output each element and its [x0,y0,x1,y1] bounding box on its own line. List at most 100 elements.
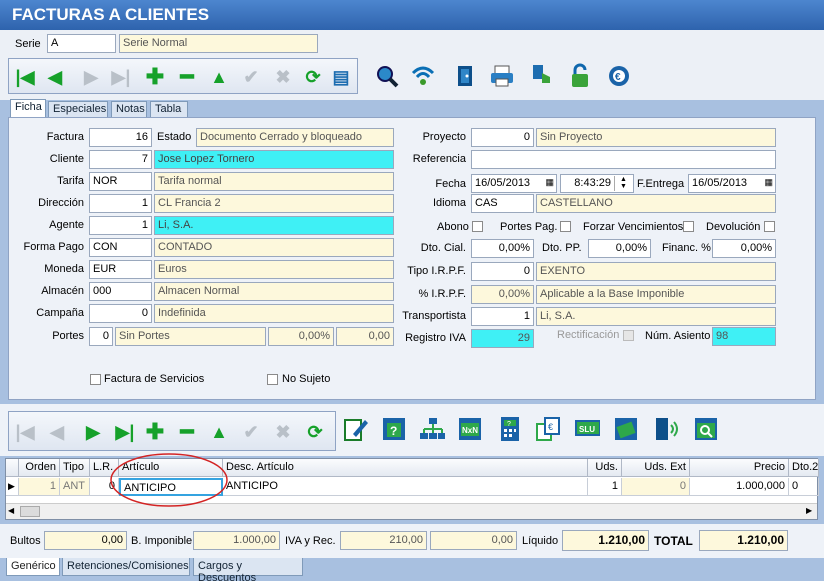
agente-code-field[interactable]: 1 [89,216,152,235]
tab-generico[interactable]: Genérico [6,558,60,576]
estado-field: Documento Cerrado y bloqueado [196,128,394,147]
delete-icon[interactable]: ━ [175,64,199,89]
tab-tabla[interactable]: Tabla [150,101,188,118]
dto-cial-field[interactable]: 0,00% [471,239,534,258]
cell-dto2[interactable]: 0 [789,478,819,496]
f-entrega-date-field[interactable]: 16/05/2013 ▦ [688,174,776,193]
transportista-code-field[interactable]: 1 [471,307,534,326]
help-query-icon[interactable]: ? [381,416,407,442]
prev-record-icon[interactable]: ◀ [43,65,67,89]
euro-icon[interactable]: € [606,63,632,89]
scroll-right-icon[interactable]: ▶ [806,506,812,515]
broadcast-icon[interactable] [410,63,436,89]
cell-uds[interactable]: 1 [588,478,622,496]
idioma-code-field[interactable]: CAS [471,194,534,213]
forma-pago-code-field[interactable]: CON [89,238,152,257]
tab-notas[interactable]: Notas [111,101,147,118]
svg-text:€: € [615,72,621,83]
registro-iva-field: 29 [471,329,534,348]
direccion-code-field[interactable]: 1 [89,194,152,213]
campana-code-field[interactable]: 0 [89,304,152,323]
rectificacion-checkbox[interactable] [623,330,634,341]
add-line-icon[interactable]: ✚ [143,419,167,444]
col-header-dto2[interactable]: Dto.2 [789,459,819,477]
col-header-precio[interactable]: Precio [690,459,789,477]
cliente-code-field[interactable]: 7 [89,150,152,169]
nxn-icon[interactable]: NxN [457,416,483,442]
abono-checkbox[interactable] [472,221,483,232]
cell-uds-ext[interactable]: 0 [622,478,690,496]
devolucion-checkbox[interactable] [764,221,775,232]
unlock-icon[interactable] [567,63,593,89]
cell-precio[interactable]: 1.000,000 [690,478,789,496]
edit-icon[interactable]: ▲ [207,65,231,89]
tarifa-code-field[interactable]: NOR [89,172,152,191]
search-icon[interactable] [374,63,400,89]
factura-servicios-checkbox[interactable] [90,374,101,385]
cell-tipo[interactable]: ANT [60,478,90,496]
portes-pag-checkbox[interactable] [560,221,571,232]
financ-field[interactable]: 0,00% [712,239,776,258]
campana-name-field: Indefinida [154,304,394,323]
prev-line-icon[interactable]: ◀ [45,420,69,444]
list-icon[interactable]: ▤ [329,65,353,89]
moneda-code-field[interactable]: EUR [89,260,152,279]
confirm-line-icon[interactable]: ✔ [239,420,263,444]
add-icon[interactable]: ✚ [143,64,167,89]
calendar-icon[interactable]: ▦ [545,177,554,188]
last-line-icon[interactable]: ▶| [113,420,137,444]
first-line-icon[interactable]: |◀ [13,420,37,444]
next-record-icon[interactable]: ▶ [79,65,103,89]
scroll-left-icon[interactable]: ◀ [8,506,14,515]
tab-especiales[interactable]: Especiales [48,101,108,118]
cell-orden[interactable]: 1 [19,478,60,496]
tab-ficha[interactable]: Ficha [10,99,46,118]
search-window-icon[interactable] [693,416,719,442]
time-spinner-icon[interactable]: ▲ ▼ [614,176,632,191]
tab-cargos-descuentos[interactable]: Cargos y Descuentos [193,558,303,581]
proyecto-code-field[interactable]: 0 [471,128,534,147]
touch-icon[interactable] [529,63,555,89]
col-header-orden[interactable]: Orden [19,459,60,477]
col-header-uds-ext[interactable]: Uds. Ext [622,459,690,477]
payment-icon[interactable] [613,416,639,442]
refresh-icon[interactable]: ⟳ [301,65,325,89]
col-header-tipo[interactable]: Tipo [60,459,90,477]
hierarchy-icon[interactable] [419,416,445,442]
calculator-help-icon[interactable]: ? [497,416,523,442]
tipo-irpf-code-field[interactable]: 0 [471,262,534,281]
first-record-icon[interactable]: |◀ [13,65,37,89]
cell-desc[interactable]: ANTICIPO [223,478,588,496]
delete-line-icon[interactable]: ━ [175,419,199,444]
serie-code-field[interactable]: A [47,34,116,53]
almacen-code-field[interactable]: 000 [89,282,152,301]
door-exit-icon[interactable] [452,63,478,89]
door-signal-icon[interactable] [653,416,679,442]
forzar-vencimientos-checkbox[interactable] [683,221,694,232]
calendar-icon[interactable]: ▦ [764,177,773,188]
slu-icon[interactable]: SLU [574,416,600,442]
cancel-icon[interactable]: ✖ [271,65,295,89]
no-sujeto-checkbox[interactable] [267,374,278,385]
portes-pag-label: Portes Pag. [500,221,558,233]
factura-field[interactable]: 16 [89,128,152,147]
estado-label: Estado [157,131,192,143]
print-icon[interactable] [489,63,515,89]
edit-line-icon[interactable]: ▲ [207,420,231,444]
fecha-date-field[interactable]: 16/05/2013 ▦ [471,174,557,193]
tab-retenciones[interactable]: Retenciones/Comisiones [62,558,190,576]
portes-code-field[interactable]: 0 [89,327,113,346]
referencia-field[interactable] [471,150,776,169]
col-header-desc[interactable]: Desc. Artículo [223,459,588,477]
next-line-icon[interactable]: ▶ [81,420,105,444]
scrollbar-thumb[interactable] [20,506,40,517]
cancel-line-icon[interactable]: ✖ [271,420,295,444]
convert-currency-icon[interactable]: € [535,416,561,442]
fecha-label: Fecha [435,178,466,190]
confirm-icon[interactable]: ✔ [239,65,263,89]
dto-pp-field[interactable]: 0,00% [588,239,651,258]
refresh-line-icon[interactable]: ⟳ [303,420,327,444]
edit-document-icon[interactable] [343,416,369,442]
col-header-uds[interactable]: Uds. [588,459,622,477]
last-record-icon[interactable]: ▶| [109,65,133,89]
